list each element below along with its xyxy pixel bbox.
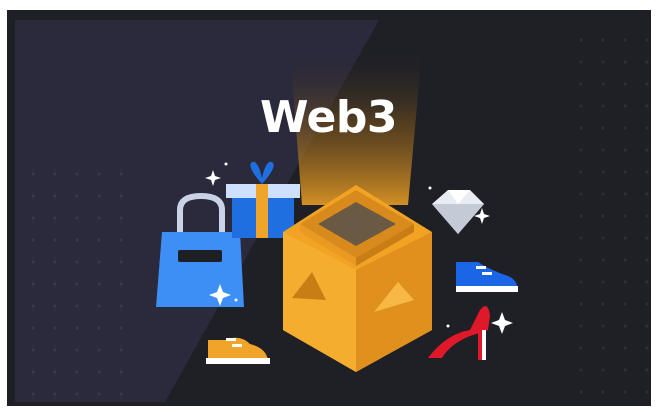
web3-illustration [156, 50, 518, 372]
orange-sneaker-icon [206, 337, 270, 364]
blue-sneaker-icon [456, 262, 518, 292]
red-heel-icon [428, 306, 490, 360]
shopping-bag-icon [156, 192, 244, 307]
banner-title: Web3 [260, 92, 397, 143]
diamond-icon [432, 190, 484, 234]
treasure-cube-icon [283, 185, 432, 372]
gift-box-icon [226, 161, 300, 238]
